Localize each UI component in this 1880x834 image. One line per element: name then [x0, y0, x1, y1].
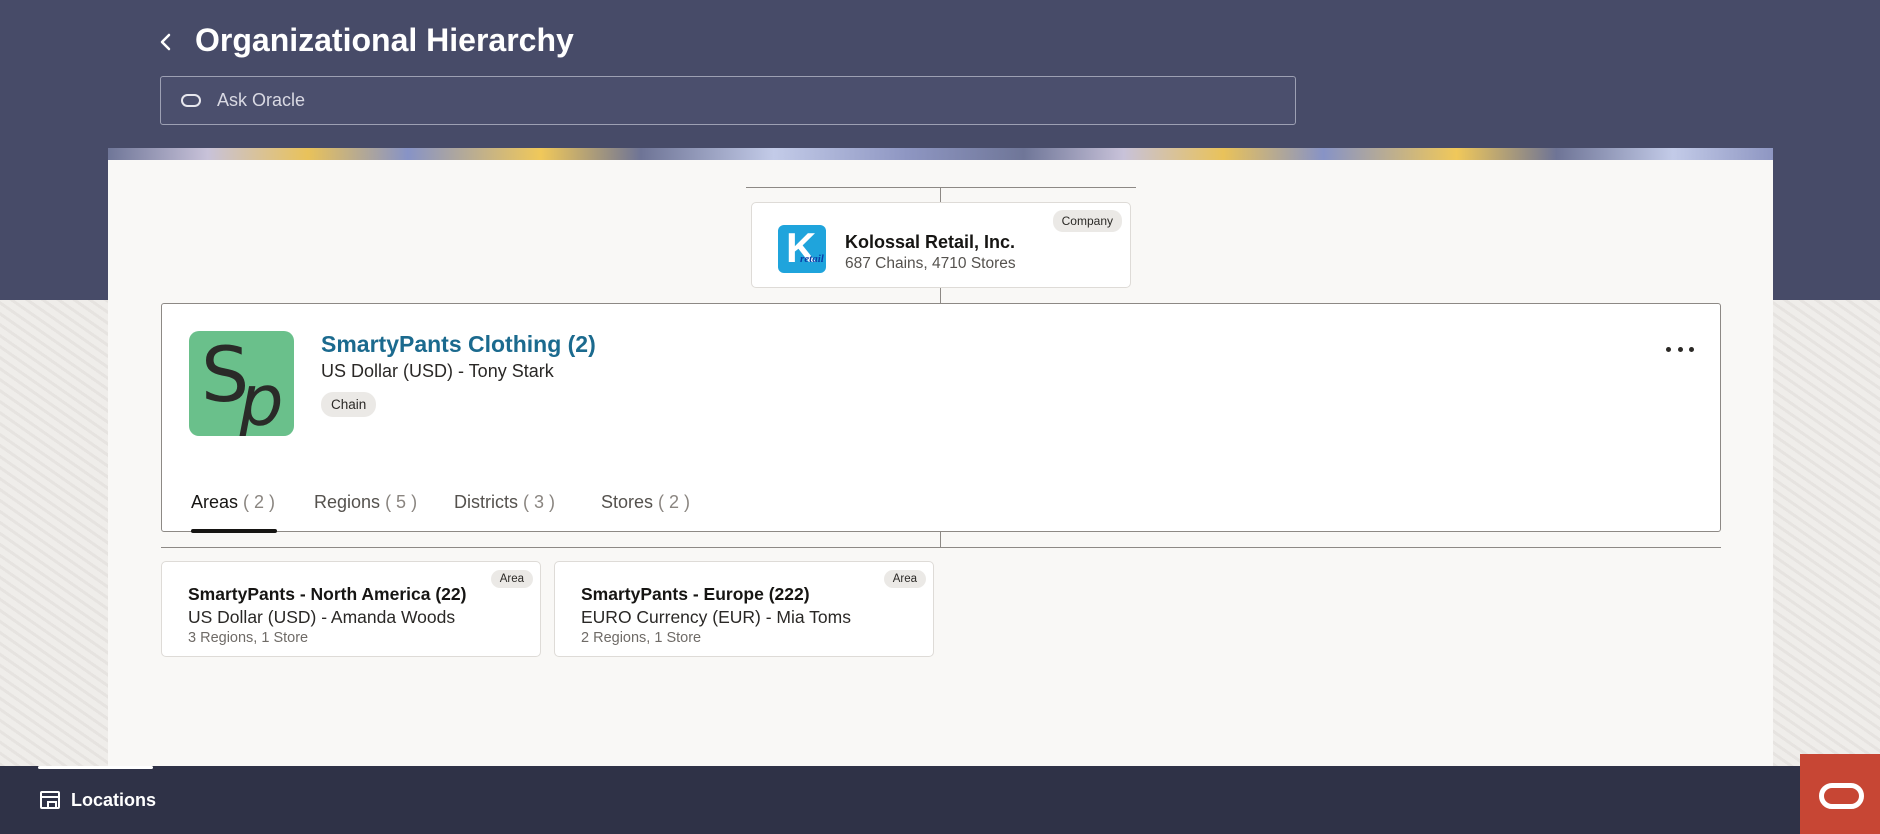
area-name: SmartyPants - North America (22) — [188, 584, 467, 604]
area-meta: 3 Regions, 1 Store — [188, 630, 309, 646]
ellipsis-icon — [1666, 346, 1671, 352]
area-card[interactable]: SmartyPants - North America (22) US Doll… — [161, 561, 541, 657]
company-meta: 687 Chains, 4710 Stores — [845, 255, 1016, 272]
area-badge: Area — [883, 570, 926, 588]
connector-line — [161, 547, 1721, 548]
more-actions-button[interactable] — [1666, 342, 1694, 356]
locations-nav-button[interactable]: Locations — [40, 786, 156, 814]
connector-line — [940, 532, 941, 547]
area-name: SmartyPants - Europe (222) — [581, 584, 810, 604]
active-tab-indicator — [191, 529, 277, 533]
area-badge: Area — [490, 570, 533, 588]
oracle-logo-icon — [1819, 783, 1864, 809]
store-icon — [40, 791, 60, 809]
search-input[interactable] — [217, 77, 1277, 124]
company-badge: Company — [1052, 210, 1122, 232]
connector-line — [940, 288, 941, 303]
chain-subtitle: US Dollar (USD) - Tony Stark — [321, 361, 554, 381]
company-name: Kolossal Retail, Inc. — [845, 232, 1016, 252]
connector-line — [940, 187, 941, 202]
tab-regions[interactable]: Regions ( 5 ) — [314, 492, 417, 513]
area-subtitle: EURO Currency (EUR) - Mia Toms — [581, 607, 851, 627]
tab-districts[interactable]: Districts ( 3 ) — [454, 492, 555, 513]
ask-oracle-search[interactable] — [160, 76, 1296, 125]
locations-label: Locations — [71, 789, 157, 810]
connector-line — [746, 187, 1136, 188]
chain-badge: Chain — [321, 392, 377, 417]
footer-bar: Locations — [0, 766, 1880, 834]
company-logo: K retail — [778, 225, 826, 273]
oracle-pill-icon — [181, 94, 201, 107]
company-card[interactable]: K retail Kolossal Retail, Inc. 687 Chain… — [751, 202, 1131, 288]
footer-active-indicator — [38, 766, 153, 769]
chain-logo: S p — [189, 331, 294, 436]
tab-stores[interactable]: Stores ( 2 ) — [601, 492, 690, 513]
oracle-assistant-button[interactable] — [1800, 754, 1880, 834]
area-meta: 2 Regions, 1 Store — [581, 630, 702, 646]
tab-areas[interactable]: Areas ( 2 ) — [191, 492, 275, 513]
chevron-left-icon — [160, 33, 171, 51]
back-button[interactable] — [152, 26, 180, 58]
page-title: Organizational Hierarchy — [195, 22, 574, 58]
area-card[interactable]: SmartyPants - Europe (222) EURO Currency… — [554, 561, 934, 657]
area-subtitle: US Dollar (USD) - Amanda Woods — [188, 607, 456, 627]
chain-name-link[interactable]: SmartyPants Clothing (2) — [321, 331, 596, 358]
chain-card: S p SmartyPants Clothing (2) US Dollar (… — [161, 303, 1721, 533]
